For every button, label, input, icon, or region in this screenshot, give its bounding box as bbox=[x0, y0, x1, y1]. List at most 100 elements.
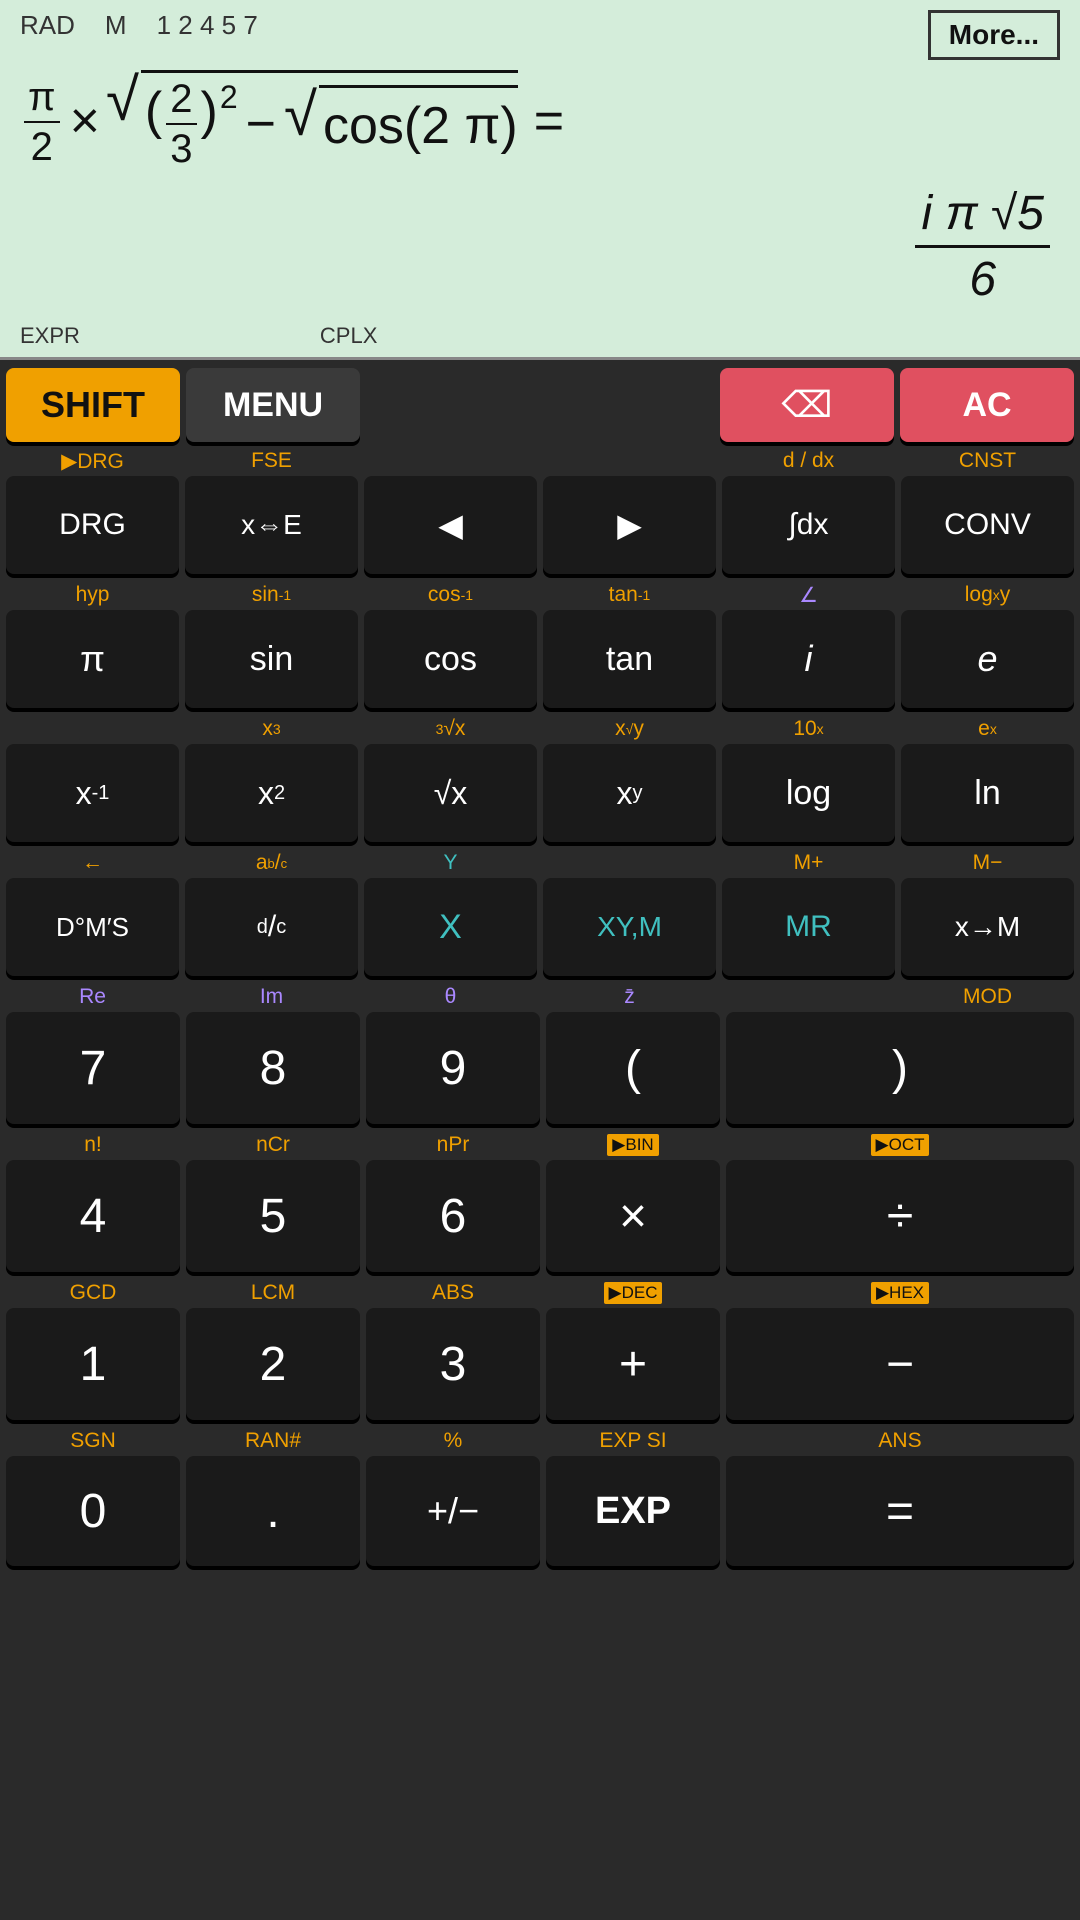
btn-3[interactable]: 3 bbox=[366, 1308, 540, 1420]
btn-7[interactable]: 7 bbox=[6, 1012, 180, 1124]
log-button[interactable]: log bbox=[722, 744, 895, 842]
exp-button[interactable]: EXP bbox=[546, 1456, 720, 1566]
mr-button[interactable]: MR bbox=[722, 878, 895, 976]
btn-6[interactable]: 6 bbox=[366, 1160, 540, 1272]
backspace-button[interactable]: ⌫ bbox=[720, 366, 894, 444]
menu-button[interactable]: MENU bbox=[186, 366, 360, 444]
divide-button[interactable]: ÷ bbox=[726, 1160, 1074, 1272]
dec-label: ▶DEC bbox=[546, 1282, 720, 1304]
expression-area: π 2 × √ ( 2 3 ) 2 bbox=[20, 70, 1060, 173]
inner-sqrt: √ cos(2 π) bbox=[284, 85, 518, 163]
x-power-y-button[interactable]: xy bbox=[543, 744, 716, 842]
btn-5[interactable]: 5 bbox=[186, 1160, 360, 1272]
drg-label: ▶DRG bbox=[6, 449, 179, 474]
expr-label: EXPR bbox=[20, 323, 80, 349]
more-button[interactable]: More... bbox=[928, 10, 1060, 60]
shift-button[interactable]: SHIFT bbox=[6, 366, 180, 444]
btn-8[interactable]: 8 bbox=[186, 1012, 360, 1124]
back-arrow-label: ← bbox=[6, 851, 179, 875]
ac-button[interactable]: AC bbox=[900, 366, 1074, 444]
x-inverse-button[interactable]: x-1 bbox=[6, 744, 179, 842]
ncr-label: nCr bbox=[186, 1133, 360, 1157]
pct-label: % bbox=[366, 1429, 540, 1453]
angle-label: ∠ bbox=[722, 583, 895, 608]
imaginary-button[interactable]: i bbox=[722, 610, 895, 708]
integral-button[interactable]: ∫dx bbox=[722, 476, 895, 574]
oct-label: ▶OCT bbox=[726, 1134, 1074, 1156]
pi-button[interactable]: π bbox=[6, 610, 179, 708]
m-mode: M bbox=[105, 10, 127, 41]
btn-1[interactable]: 1 bbox=[6, 1308, 180, 1420]
ln-button[interactable]: ln bbox=[901, 744, 1074, 842]
a-b-c-label: a b/c bbox=[185, 851, 358, 875]
x-to-m-button[interactable]: x→M bbox=[901, 878, 1074, 976]
z-bar-label: z̄ bbox=[543, 985, 716, 1009]
decimal-button[interactable]: . bbox=[186, 1456, 360, 1566]
btn-2[interactable]: 2 bbox=[186, 1308, 360, 1420]
abs-label: ABS bbox=[366, 1281, 540, 1305]
x-mem-button[interactable]: X bbox=[364, 878, 537, 976]
xroot-y-label: x√y bbox=[543, 717, 716, 741]
e-button[interactable]: e bbox=[901, 610, 1074, 708]
cnst-label: CNST bbox=[901, 449, 1074, 473]
im-label: Im bbox=[185, 985, 358, 1009]
ex-label: ex bbox=[901, 717, 1074, 741]
cos-button[interactable]: cos bbox=[364, 610, 537, 708]
ans-label: ANS bbox=[726, 1429, 1074, 1453]
result-denominator: 6 bbox=[969, 248, 996, 307]
logxy-label: logx y bbox=[901, 583, 1074, 607]
npr-label: nPr bbox=[366, 1133, 540, 1157]
drg-button[interactable]: DRG bbox=[6, 476, 179, 574]
result-numerator: i π √5 bbox=[915, 186, 1050, 248]
cube-root-label: 3√x bbox=[364, 717, 537, 741]
ac-label: AC bbox=[962, 386, 1011, 425]
hyp-label: hyp bbox=[6, 583, 179, 607]
sqrt-button[interactable]: √x bbox=[364, 744, 537, 842]
plus-minus-button[interactable]: +/− bbox=[366, 1456, 540, 1566]
x3-label: x3 bbox=[185, 717, 358, 741]
m-minus-label: M− bbox=[901, 851, 1074, 875]
backspace-icon: ⌫ bbox=[782, 384, 833, 426]
menu-label: MENU bbox=[223, 386, 323, 425]
open-paren-button[interactable]: ( bbox=[546, 1012, 720, 1124]
cplx-label: CPLX bbox=[320, 323, 377, 349]
sin-button[interactable]: sin bbox=[185, 610, 358, 708]
result-area: i π √5 6 bbox=[915, 186, 1050, 307]
d-dx-label: d / dx bbox=[722, 449, 895, 473]
left-arrow-button[interactable]: ◀ bbox=[364, 476, 537, 574]
tan-button[interactable]: tan bbox=[543, 610, 716, 708]
re-label: Re bbox=[6, 985, 179, 1009]
x-squared-button[interactable]: x2 bbox=[185, 744, 358, 842]
expsi-label: EXP SI bbox=[546, 1429, 720, 1453]
cos-inv-label: cos-1 bbox=[364, 583, 537, 607]
close-paren-button[interactable]: ) bbox=[726, 1012, 1074, 1124]
d-over-c-button[interactable]: d/c bbox=[185, 878, 358, 976]
conv-button[interactable]: CONV bbox=[901, 476, 1074, 574]
lcm-label: LCM bbox=[186, 1281, 360, 1305]
mode-indicators: RAD M 1 2 4 5 7 bbox=[20, 10, 258, 41]
gcd-label: GCD bbox=[6, 1281, 180, 1305]
xym-button[interactable]: XY,M bbox=[543, 878, 716, 976]
num-modes: 1 2 4 5 7 bbox=[157, 10, 258, 41]
plus-button[interactable]: + bbox=[546, 1308, 720, 1420]
display-bottom-labels: EXPR CPLX bbox=[20, 323, 377, 349]
minus-button[interactable]: − bbox=[726, 1308, 1074, 1420]
sgn-label: SGN bbox=[6, 1429, 180, 1453]
pi-over-2: π 2 bbox=[24, 73, 60, 171]
tan-inv-label: tan-1 bbox=[543, 583, 716, 607]
equals-button[interactable]: = bbox=[726, 1456, 1074, 1566]
btn-9[interactable]: 9 bbox=[366, 1012, 540, 1124]
shift-label: SHIFT bbox=[41, 384, 145, 426]
sin-inv-label: sin-1 bbox=[185, 583, 358, 607]
dms-button[interactable]: D°M′S bbox=[6, 878, 179, 976]
10x-label: 10x bbox=[722, 717, 895, 741]
mod-label: MOD bbox=[901, 985, 1074, 1009]
fse-label: FSE bbox=[185, 449, 358, 473]
btn-0[interactable]: 0 bbox=[6, 1456, 180, 1566]
right-arrow-button[interactable]: ▶ bbox=[543, 476, 716, 574]
multiply-button[interactable]: × bbox=[546, 1160, 720, 1272]
btn-4[interactable]: 4 bbox=[6, 1160, 180, 1272]
x-exchange-e-button[interactable]: x⇔E bbox=[185, 476, 358, 574]
theta-label: θ bbox=[364, 985, 537, 1009]
factorial-label: n! bbox=[6, 1133, 180, 1157]
